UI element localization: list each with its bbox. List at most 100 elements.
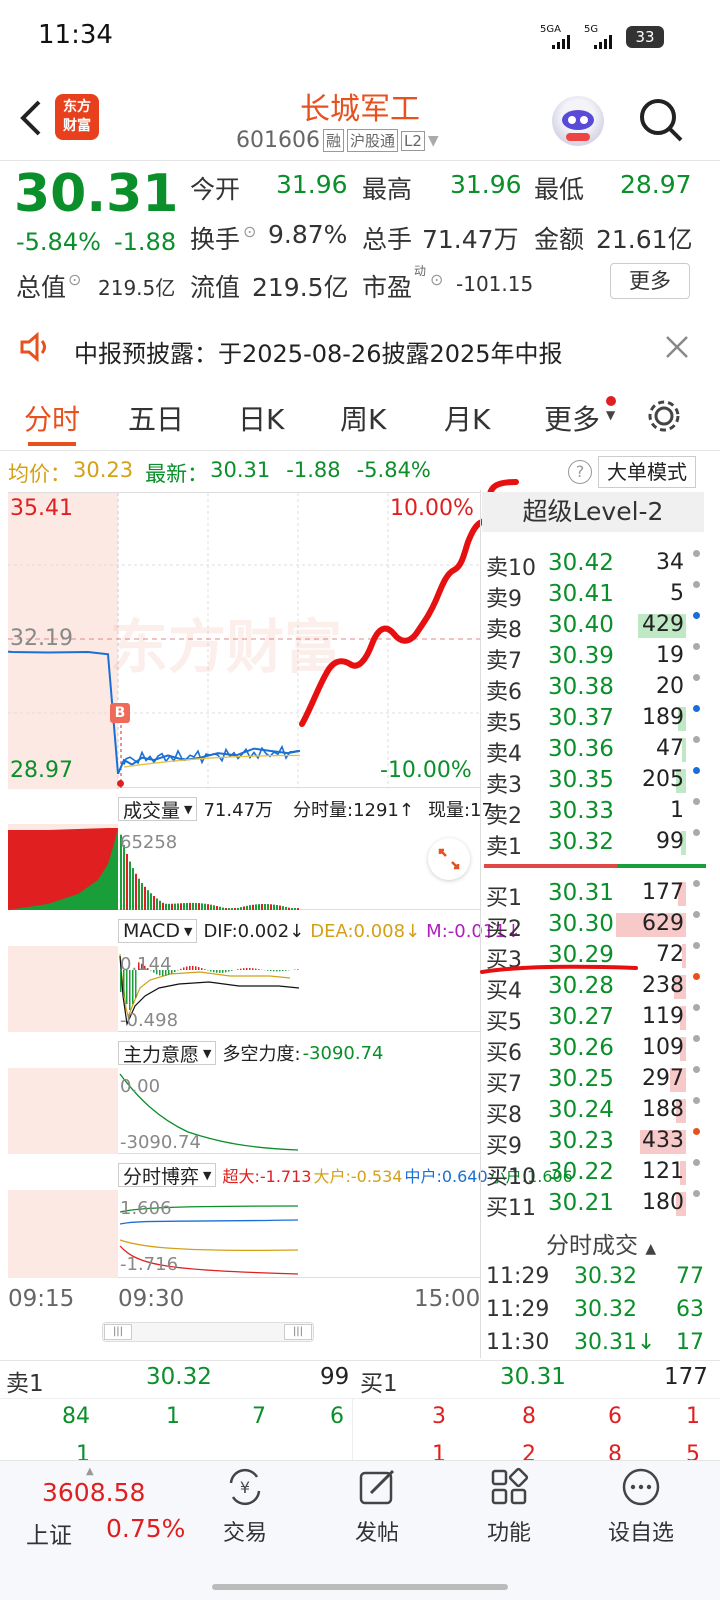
bid-label: 买7: [486, 1072, 522, 1097]
bid-label: 买5: [486, 1010, 522, 1035]
macd-bar: [225, 970, 227, 973]
pe-info-icon[interactable]: ⊙: [430, 270, 443, 289]
notice-text[interactable]: 中报预披露：于2025-08-26披露2025年中报: [74, 334, 563, 369]
nav-functions[interactable]: 功能: [454, 1465, 564, 1547]
bid-row[interactable]: 买6 30.26 109: [486, 1033, 708, 1066]
bid-volume: 72: [656, 942, 684, 967]
bid-row[interactable]: 买10 30.22 121: [486, 1157, 708, 1190]
queue-sell-label: 卖1: [6, 1371, 44, 1397]
tab-intraday[interactable]: 分时: [24, 398, 80, 438]
macd-chart[interactable]: [8, 946, 480, 1032]
bid-label: 买9: [486, 1134, 522, 1159]
volume-bar: [213, 905, 215, 910]
ask-volume: 47: [656, 736, 684, 761]
big-order-mode-button[interactable]: 大单模式: [598, 456, 696, 488]
volume-bar: [240, 907, 242, 910]
bid-row[interactable]: 买11 30.21 180: [486, 1188, 708, 1221]
bid-volume: 238: [642, 973, 684, 998]
mktcap-value: 219.5亿: [98, 276, 176, 300]
expand-icon[interactable]: [428, 838, 470, 880]
edit-icon: [359, 1469, 395, 1505]
notice-close-icon[interactable]: [664, 334, 690, 364]
mainforce-select[interactable]: 主力意愿 ▼: [118, 1041, 217, 1066]
ask-row[interactable]: 卖9 30.41 5: [486, 579, 708, 612]
signal-bars-icon: [552, 34, 578, 53]
tab-daily-k[interactable]: 日K: [238, 398, 284, 438]
game-select[interactable]: 分时博弈 ▼: [118, 1163, 217, 1188]
mktcap-info-icon[interactable]: ⊙: [68, 270, 81, 289]
index-pct[interactable]: 0.75%: [106, 1514, 185, 1543]
bid-row[interactable]: 买2 30.30 629: [486, 909, 708, 942]
ask-label: 卖4: [486, 742, 522, 767]
nav-post-label: 发帖: [354, 1521, 399, 1546]
mainforce-chart[interactable]: [8, 1068, 480, 1154]
volume-bar: [192, 902, 194, 910]
index-name[interactable]: 上证: [26, 1516, 72, 1550]
ask-row[interactable]: 卖4 30.36 47: [486, 734, 708, 767]
buy-marker-badge[interactable]: B: [110, 703, 130, 723]
ask-row[interactable]: 卖2 30.33 1: [486, 796, 708, 829]
bid-row[interactable]: 买1 30.31 177: [486, 878, 708, 911]
volume-bar: [144, 886, 146, 910]
ask-row[interactable]: 卖8 30.40 429: [486, 610, 708, 643]
volume-chart[interactable]: [8, 824, 480, 910]
bid-row[interactable]: 买7 30.25 297: [486, 1064, 708, 1097]
trade-volume: 77: [676, 1264, 704, 1289]
queue-cell: 7: [252, 1404, 266, 1429]
robot-avatar-icon[interactable]: [552, 96, 604, 146]
more-dots-icon: [622, 1468, 660, 1506]
ask-row[interactable]: 卖1 30.32 99: [486, 827, 708, 860]
ask-volume: 5: [670, 581, 684, 606]
game-chart[interactable]: [8, 1190, 480, 1278]
stock-code-row: 601606 融 沪股通 L2 ▼: [236, 128, 439, 153]
volume-bar: [279, 905, 281, 910]
queue-cell: 3: [432, 1404, 446, 1429]
search-icon[interactable]: [636, 96, 684, 148]
x-axis-start: 09:15: [8, 1286, 75, 1312]
macd-select[interactable]: MACD ▼: [118, 919, 198, 943]
range-handle-left[interactable]: |||: [104, 1324, 132, 1340]
index-value[interactable]: 3608.58: [42, 1478, 145, 1507]
nav-watchlist[interactable]: 设自选: [586, 1465, 696, 1547]
ask-row[interactable]: 卖6 30.38 20: [486, 672, 708, 705]
macd-bar: [192, 965, 194, 970]
ask-row[interactable]: 卖10 30.42 34: [486, 548, 708, 581]
volume-bar: [129, 861, 131, 910]
trades-title[interactable]: 分时成交 ▲: [546, 1226, 656, 1260]
ask-row[interactable]: 卖7 30.39 19: [486, 641, 708, 674]
bid-row[interactable]: 买9 30.23 433: [486, 1126, 708, 1159]
tab-five-day[interactable]: 五日: [128, 398, 184, 438]
range-scrollbar[interactable]: [102, 1322, 314, 1342]
nav-trade[interactable]: ¥ 交易: [190, 1465, 300, 1547]
turnover-info-icon[interactable]: ⊙: [243, 222, 256, 241]
volume-bar: [156, 898, 158, 910]
trade-time: 11:29: [486, 1264, 550, 1289]
bid-row[interactable]: 买8 30.24 188: [486, 1095, 708, 1128]
volume-select[interactable]: 成交量 ▼: [118, 797, 198, 822]
tab-weekly-k[interactable]: 周K: [340, 398, 386, 438]
ask-price: 30.32: [548, 829, 614, 855]
volume-bar: [162, 902, 164, 910]
trade-volume: 63: [676, 1297, 704, 1322]
settings-gear-icon[interactable]: [646, 398, 682, 438]
volume-select-label: 成交量: [123, 799, 181, 822]
bid-dot: [693, 1128, 700, 1135]
more-button[interactable]: 更多: [610, 263, 690, 299]
open-label: 今开: [190, 175, 241, 204]
tab-more[interactable]: 更多: [544, 398, 600, 438]
help-icon[interactable]: ?: [568, 460, 592, 484]
level2-title[interactable]: 超级Level-2: [482, 492, 704, 532]
nav-post[interactable]: 发帖: [322, 1465, 432, 1547]
code-dropdown-icon[interactable]: ▼: [428, 133, 439, 149]
book-divider: [480, 490, 481, 1358]
range-handle-right[interactable]: |||: [284, 1324, 312, 1340]
ask-row[interactable]: 卖5 30.37 189: [486, 703, 708, 736]
macd-bar: [270, 970, 272, 972]
mainforce-value: -3090.74: [302, 1042, 384, 1064]
bid-price: 30.23: [548, 1128, 614, 1154]
bid-row[interactable]: 买5 30.27 119: [486, 1002, 708, 1035]
ask-row[interactable]: 卖3 30.35 205: [486, 765, 708, 798]
macd-dea: DEA:0.008↓: [310, 920, 421, 942]
tab-monthly-k[interactable]: 月K: [444, 398, 490, 438]
queue-cell: 6: [330, 1404, 344, 1429]
